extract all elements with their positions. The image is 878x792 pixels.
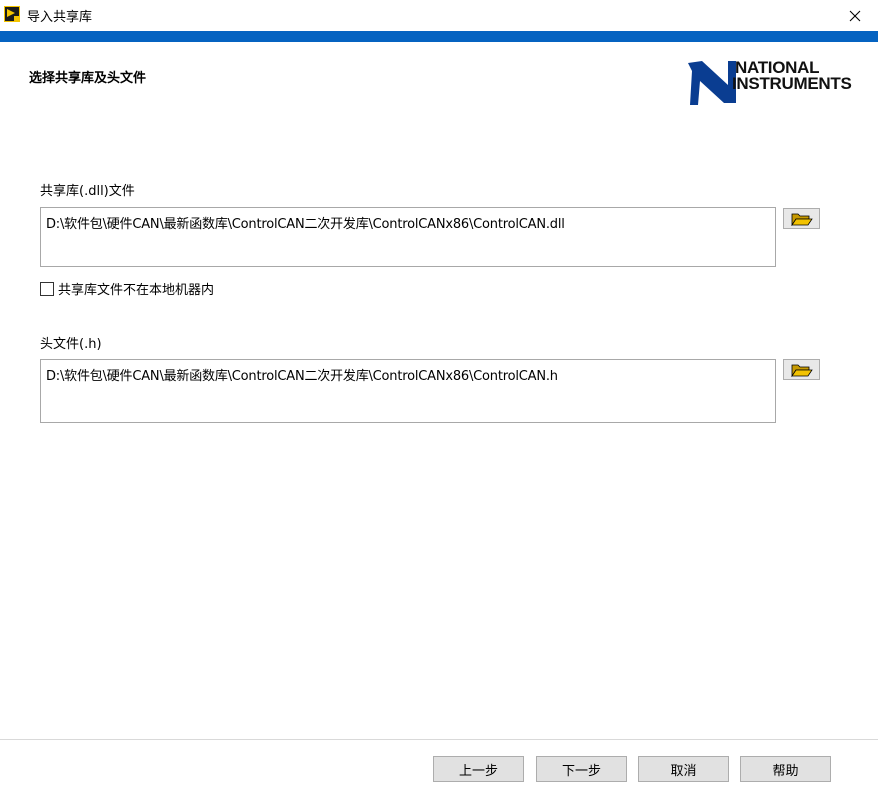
close-button[interactable]: [832, 0, 878, 31]
dll-browse-button[interactable]: [783, 208, 820, 229]
footer-divider: [0, 739, 878, 740]
labview-icon: [4, 6, 20, 22]
dll-path-field[interactable]: D:\软件包\硬件CAN\最新函数库\ControlCAN二次开发库\Contr…: [40, 207, 776, 267]
ni-wordmark: NATIONAL INSTRUMENTS: [732, 59, 852, 93]
back-button[interactable]: 上一步: [433, 756, 524, 782]
ni-eagle-icon: [688, 61, 736, 105]
page-heading: 选择共享库及头文件: [29, 71, 147, 86]
folder-open-icon: [790, 213, 813, 226]
ni-logo: NATIONAL INSTRUMENTS: [688, 59, 868, 109]
not-local-checkbox-row[interactable]: 共享库文件不在本地机器内: [40, 279, 214, 298]
header-path-field[interactable]: D:\软件包\硬件CAN\最新函数库\ControlCAN二次开发库\Contr…: [40, 359, 776, 423]
close-icon: [849, 10, 861, 21]
cancel-button[interactable]: 取消: [638, 756, 729, 782]
help-button[interactable]: 帮助: [740, 756, 831, 782]
accent-bar: [0, 31, 878, 42]
header-browse-button[interactable]: [783, 359, 820, 380]
next-button[interactable]: 下一步: [536, 756, 627, 782]
dll-label: 共享库(.dll)文件: [40, 184, 135, 199]
ni-line2: INSTRUMENTS: [732, 74, 852, 93]
folder-open-icon: [790, 364, 813, 377]
not-local-checkbox-label: 共享库文件不在本地机器内: [58, 283, 215, 298]
not-local-checkbox[interactable]: [40, 281, 54, 296]
title-bar: 导入共享库: [0, 0, 878, 31]
header-label: 头文件(.h): [40, 337, 102, 352]
window-title: 导入共享库: [27, 10, 93, 25]
